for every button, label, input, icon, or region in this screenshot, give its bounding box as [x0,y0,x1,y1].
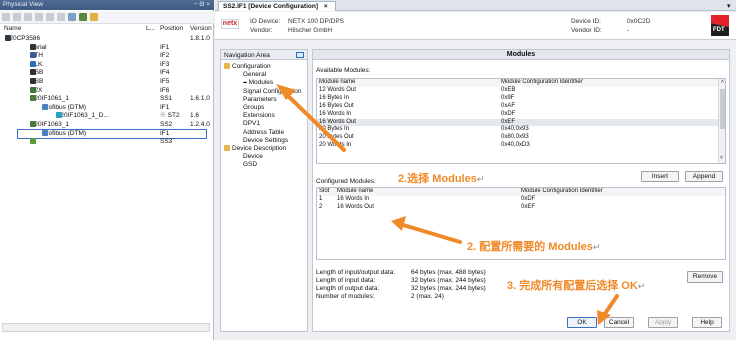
annotation-configure: 2. 配置所需要的 Modules↵ [467,241,601,253]
arrow-to-modules [282,90,346,152]
return-mark: ↵ [476,174,485,184]
arrowhead [391,216,406,231]
return-mark: ↵ [637,281,646,291]
annotation-step-3: 3. 完成所有配置后选择 OK↵ [507,280,646,292]
return-mark: ↵ [592,242,601,252]
arrow-to-configured [398,222,462,244]
arrowhead [276,84,296,100]
annotation-step-2: 2.选择 Modules↵ [398,173,485,185]
